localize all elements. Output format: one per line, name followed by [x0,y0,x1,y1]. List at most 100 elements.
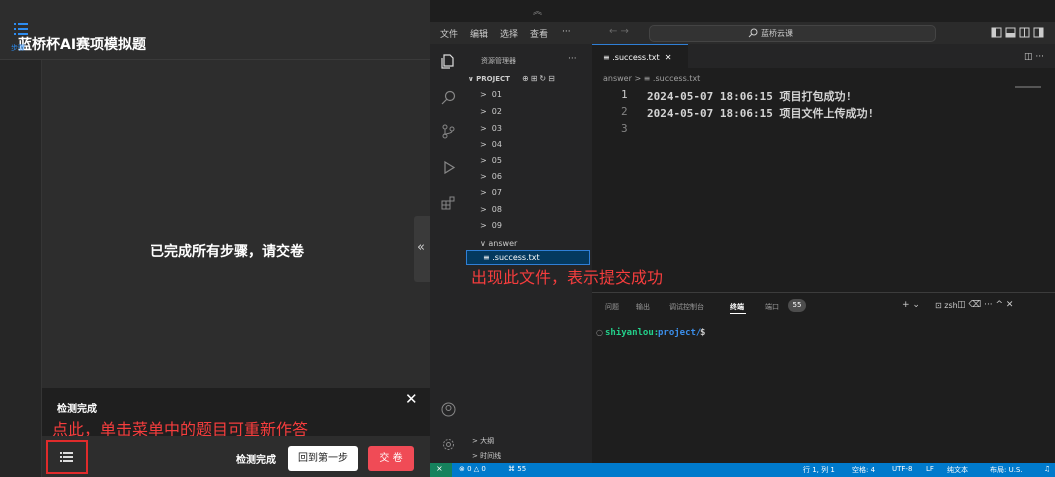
extensions-icon[interactable] [441,196,456,211]
tree-folder[interactable]: > 04 [480,140,502,149]
collapse-chevron-icon[interactable]: « [417,240,425,255]
tree-file-label[interactable]: ≡ .success.txt [483,253,540,262]
close-icon[interactable]: ✕ [405,390,418,408]
notice-title: 检测完成 [57,404,97,415]
page-title: 蓝桥杯AI赛项模拟题 [18,37,147,53]
line-number: 2 [621,105,628,118]
outline-section[interactable]: > 大纲 [472,436,494,446]
language-status[interactable]: 纯文本 [947,465,968,475]
search-icon [748,28,758,38]
tree-folder[interactable]: > 08 [480,205,502,214]
command-center-label: 蓝桥云课 [761,29,793,38]
back-to-first-step-button[interactable]: 回到第一步 [288,446,358,471]
panel-tab-ports[interactable]: 端口 [765,302,779,312]
layout-toggle-icons[interactable] [990,27,1050,39]
minimap[interactable] [1015,86,1041,88]
search-icon[interactable] [441,90,456,105]
tree-folder-answer[interactable]: ∨ answer [480,239,517,248]
panel-tab-output[interactable]: 输出 [636,302,650,312]
active-tab-underline [730,313,746,314]
explorer-actions-icons[interactable]: ⊕⊞↻⊟ [522,74,557,83]
editor-tab-label[interactable]: ≡ .success.txt ✕ [603,53,671,62]
panel-tab-debug-console[interactable]: 调试控制台 [669,302,704,312]
account-icon[interactable] [441,402,456,417]
menu-view[interactable]: 查看 [530,27,548,40]
menu-icon[interactable] [60,452,73,462]
ports-status[interactable]: ⌘ 55 [508,465,526,473]
folder-label: 06 [491,172,502,181]
folder-label: 08 [491,205,502,214]
folder-label: 02 [491,107,502,116]
ports-status-count: 55 [517,465,527,473]
tree-folder[interactable]: > 02 [480,107,502,116]
activity-bar [430,44,464,463]
nav-arrows[interactable]: ← → [609,26,629,37]
steps-label[interactable]: 步骤 [11,43,25,53]
more-actions-icon[interactable]: ··· [568,54,577,64]
tab-title: .success.txt [612,53,660,62]
tree-folder[interactable]: > 09 [480,221,502,230]
panel-tab-terminal[interactable]: 终端 [730,302,744,312]
check-done-button[interactable]: 检测完成 [236,451,276,466]
eol-status[interactable]: LF [926,465,934,473]
tab-close-icon[interactable]: ✕ [665,53,672,62]
terminal-status-dot-icon: ○ [596,328,603,337]
tree-folder[interactable]: > 06 [480,172,502,181]
annotation-file-hint: 出现此文件，表示提交成功 [471,268,664,287]
explorer-icon[interactable] [441,54,456,69]
expand-chevron-icon[interactable]: ︽ [533,4,542,17]
timeline-section[interactable]: > 时间线 [472,451,501,461]
panel-tab-problems[interactable]: 问题 [605,302,619,312]
settings-gear-icon[interactable] [441,437,456,452]
explorer-title: 资源管理器 [481,57,516,65]
error-count: 0 [467,465,472,473]
problems-status[interactable]: ⊗ 0 △ 0 [459,465,486,473]
menu-file[interactable]: 文件 [440,27,458,40]
folder-label: 05 [491,156,502,165]
folder-label: answer [488,239,518,248]
steps-rail [0,60,42,477]
tree-folder[interactable]: > 07 [480,188,502,197]
tree-folder[interactable]: > 05 [480,156,502,165]
outline-label: 大纲 [480,437,495,445]
shell-name: zsh [944,301,958,310]
panel-actions-icons[interactable]: + ⌄ ◫ ⌫ ··· ^ ✕ [902,300,1013,310]
code-line[interactable]: 2024-05-07 18:06:15 项目文件上传成功! [647,105,874,121]
project-label: PROJECT [476,75,510,83]
folder-label: 09 [491,221,502,230]
notifications-bell-icon[interactable]: ♫ [1044,465,1050,473]
file-name: .success.txt [492,253,540,262]
keyboard-layout-status[interactable]: 布局: U.S. [990,465,1023,475]
timeline-label: 时间线 [480,452,502,460]
folder-label: 03 [491,124,502,133]
terminal-panel [592,292,1055,463]
folder-label: 07 [491,188,502,197]
menu-more[interactable]: ··· [562,27,571,37]
menu-selection[interactable]: 选择 [500,27,518,40]
source-control-icon[interactable] [441,124,456,139]
ports-count-badge: 55 [788,299,806,312]
tree-folder[interactable]: > 01 [480,90,502,99]
indentation-status[interactable]: 空格: 4 [852,465,875,475]
tree-folder[interactable]: > 03 [480,124,502,133]
lab-panel: 蓝桥杯AI赛项模拟题 步骤 已完成所有步骤，请交卷 « 检测完成 ✕ 点此，单击… [0,0,430,477]
project-section-header[interactable]: ∨ PROJECT [468,75,510,83]
cursor-position[interactable]: 行 1, 列 1 [803,465,835,475]
completion-message: 已完成所有步骤，请交卷 [150,244,304,260]
submit-exam-button[interactable]: 交 卷 [368,446,414,471]
prompt-user: shiyanlou: [605,328,660,338]
split-editor-icon[interactable]: ◫ ··· [1024,52,1044,62]
breadcrumb[interactable]: answer > ≡ .success.txt [603,74,700,83]
terminal-shell-label[interactable]: ⊡ zsh [935,301,958,310]
run-debug-icon[interactable] [441,160,456,175]
line-number: 1 [621,88,628,101]
steps-list-icon[interactable] [14,22,28,36]
prompt-symbol[interactable]: $ [700,328,705,338]
line-number: 3 [621,122,628,135]
warning-count: 0 [481,465,486,473]
encoding-status[interactable]: UTF-8 [892,465,912,473]
code-line[interactable]: 2024-05-07 18:06:15 项目打包成功! [647,88,852,104]
remote-icon[interactable]: ⨯ [436,464,443,473]
folder-label: 04 [491,140,502,149]
menu-edit[interactable]: 编辑 [470,27,488,40]
